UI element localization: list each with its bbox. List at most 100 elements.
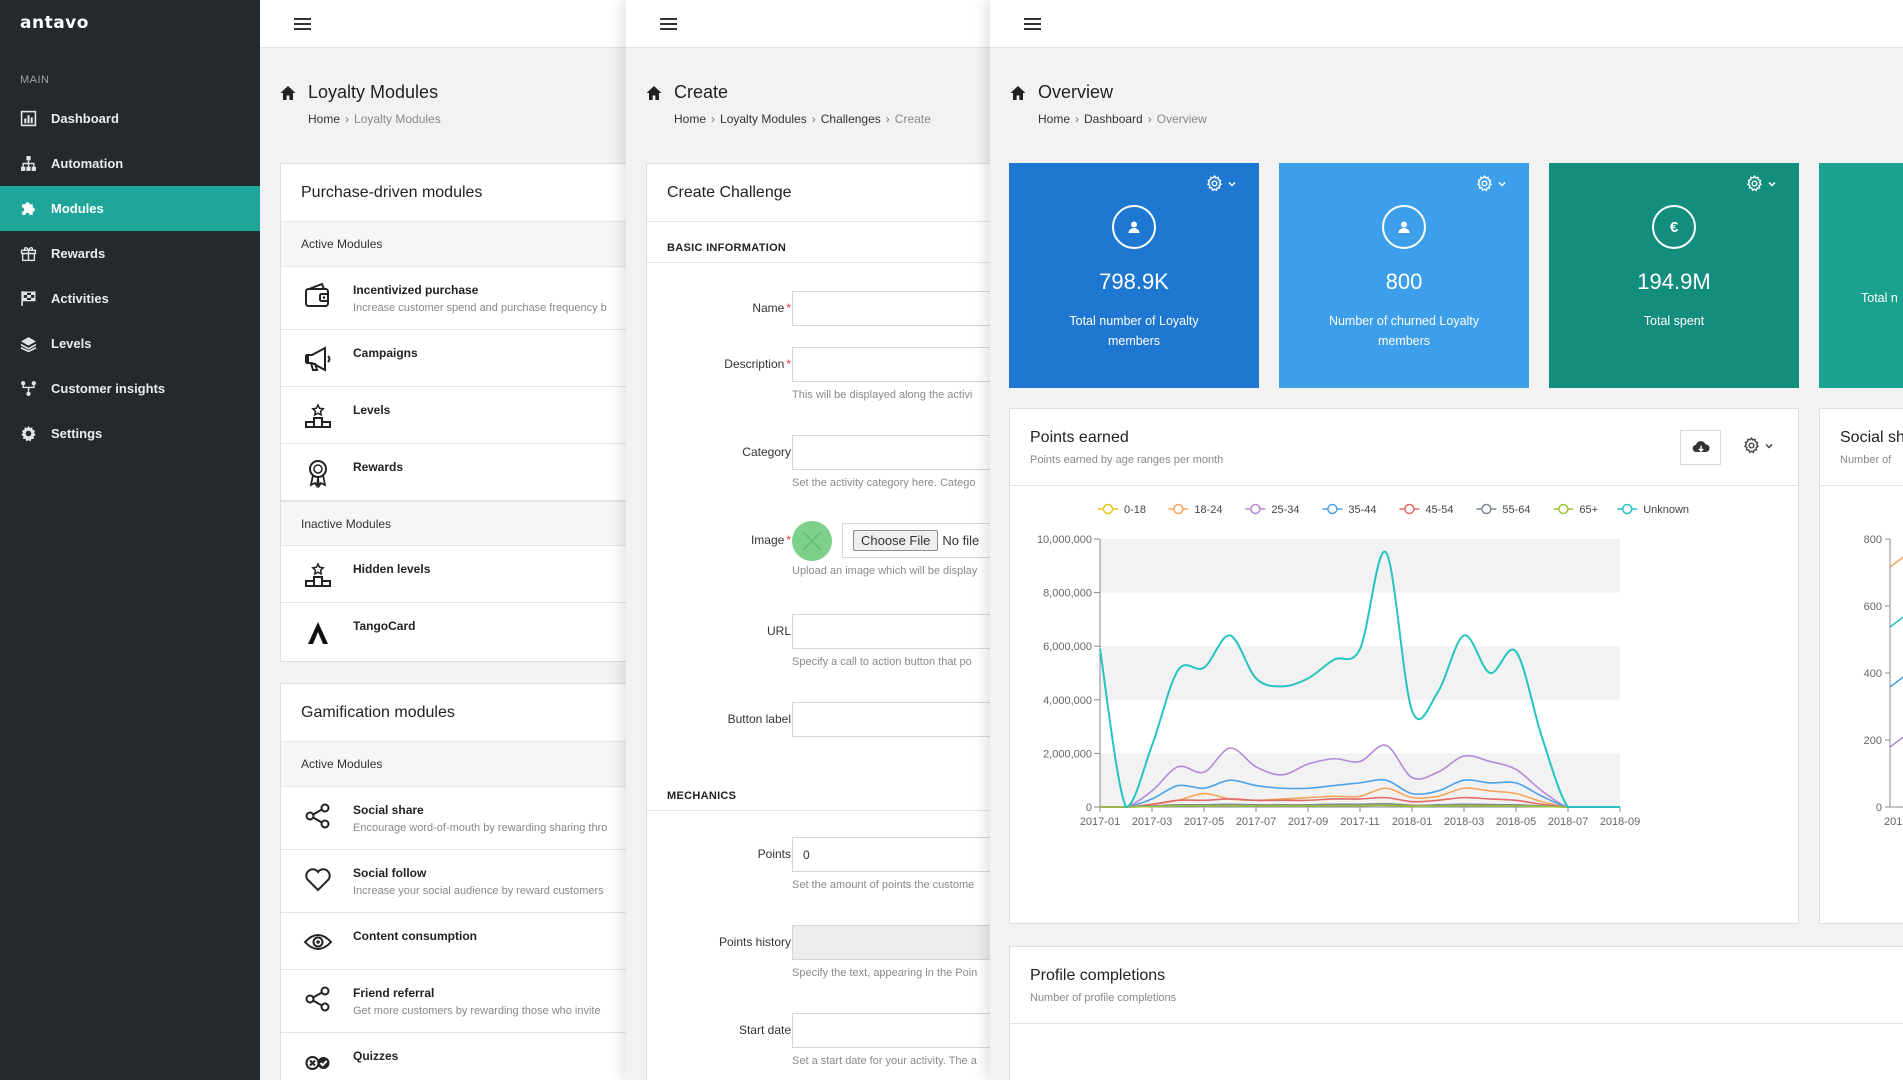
module-item-levels[interactable]: Levels xyxy=(281,387,626,444)
start-date-input[interactable] xyxy=(792,1013,990,1048)
x-tick-label: 2018-07 xyxy=(1548,816,1588,828)
y-tick-label: 10,000,000 xyxy=(1037,534,1092,546)
legend-label: 45-54 xyxy=(1425,504,1453,516)
sidebar-item-rewards[interactable]: Rewards xyxy=(0,231,260,276)
image-preview xyxy=(792,521,832,561)
module-item-tangocard[interactable]: TangoCard xyxy=(281,603,626,660)
grid-band xyxy=(1100,646,1620,700)
sidebar-item-label: Dashboard xyxy=(51,111,119,126)
module-title: Levels xyxy=(353,403,391,417)
module-item-quizzes[interactable]: Quizzes xyxy=(281,1033,626,1080)
gamification-modules-card: Gamification modules Active Modules Soci… xyxy=(280,683,626,1080)
flag-icon xyxy=(21,291,36,306)
sidebar-item-activities[interactable]: Activities xyxy=(0,276,260,321)
x-tick-label: 2017-03 xyxy=(1132,816,1172,828)
social-share-chart: 0 200 400 600 800 2018- xyxy=(1864,534,1903,828)
breadcrumb-current: Overview xyxy=(1156,112,1207,126)
module-item-social-share[interactable]: Social share Encourage word-of-mouth by r… xyxy=(281,787,626,850)
series-line xyxy=(1889,736,1903,748)
automation-icon xyxy=(21,156,36,171)
medal-icon xyxy=(309,460,327,488)
url-input[interactable] xyxy=(792,614,990,649)
category-select[interactable] xyxy=(792,435,990,470)
chart-settings-dropdown[interactable] xyxy=(1743,437,1774,454)
module-item-content-consumption[interactable]: Content consumption xyxy=(281,913,626,970)
breadcrumb-link[interactable]: Home xyxy=(308,112,340,126)
settings-dropdown[interactable] xyxy=(1476,175,1507,192)
gear-icon xyxy=(1746,175,1763,192)
points-history-input[interactable] xyxy=(792,925,990,960)
breadcrumb-link[interactable]: Dashboard xyxy=(1084,112,1143,126)
card-subtitle: Number of profile completions xyxy=(1030,992,1177,1004)
breadcrumb-link[interactable]: Loyalty Modules xyxy=(720,112,807,126)
module-title: Quizzes xyxy=(353,1049,399,1063)
sidebar-item-automation[interactable]: Automation xyxy=(0,141,260,186)
app-logo[interactable]: antavo xyxy=(0,0,260,46)
module-item-incentivized-purchase[interactable]: Incentivized purchase Increase customer s… xyxy=(281,267,626,330)
legend-label: 35-44 xyxy=(1348,504,1376,516)
name-input[interactable] xyxy=(792,291,990,326)
legend-item: 45-54 xyxy=(1399,503,1454,516)
cloud-download-icon xyxy=(1692,441,1710,453)
hamburger-menu-icon[interactable] xyxy=(294,17,311,30)
y-tick-label: 800 xyxy=(1864,534,1882,546)
series-line xyxy=(1889,556,1903,568)
sidebar-item-levels[interactable]: Levels xyxy=(0,321,260,366)
stat-label: Total n xyxy=(1861,291,1898,305)
file-name: No file xyxy=(942,533,980,548)
chevron-down-icon xyxy=(1498,181,1506,187)
card-title: Social sh xyxy=(1840,429,1903,446)
x-tick-label: 2017-05 xyxy=(1184,816,1224,828)
breadcrumb-link[interactable]: Home xyxy=(1038,112,1070,126)
sidebar-item-customer-insights[interactable]: Customer insights xyxy=(0,366,260,411)
card-title: Gamification modules xyxy=(281,684,626,742)
megaphone-icon xyxy=(305,346,331,372)
settings-dropdown[interactable] xyxy=(1746,175,1777,192)
module-item-rewards[interactable]: Rewards xyxy=(281,444,626,501)
settings-dropdown[interactable] xyxy=(1206,175,1237,192)
purchase-modules-card: Purchase-driven modules Active Modules I… xyxy=(280,163,626,662)
module-item-friend-referral[interactable]: Friend referral Get more customers by rew… xyxy=(281,970,626,1033)
page-title-text: Create xyxy=(674,82,729,102)
field-label: Button label xyxy=(727,712,791,726)
module-item-hidden-levels[interactable]: Hidden levels xyxy=(281,546,626,603)
module-description: Encourage word-of-mouth by rewarding sha… xyxy=(353,822,608,834)
button-label-input[interactable] xyxy=(792,702,990,737)
legend-label: 18-24 xyxy=(1194,504,1222,516)
y-tick-label: 600 xyxy=(1864,601,1882,613)
module-item-campaigns[interactable]: Campaigns xyxy=(281,330,626,387)
field-label: Category xyxy=(742,445,791,459)
stat-label: Number of churned Loyalty members xyxy=(1328,314,1480,348)
y-tick-label: 6,000,000 xyxy=(1043,641,1092,653)
breadcrumb-link[interactable]: Challenges xyxy=(821,112,881,126)
hamburger-menu-icon[interactable] xyxy=(1024,17,1041,30)
stat-label: Total spent xyxy=(1643,314,1705,328)
sidebar-item-settings[interactable]: Settings xyxy=(0,411,260,456)
sidebar-item-modules[interactable]: Modules xyxy=(0,186,260,231)
breadcrumb-link[interactable]: Home xyxy=(674,112,706,126)
module-item-social-follow[interactable]: Social follow Increase your social audien… xyxy=(281,850,626,913)
legend-item: 65+ xyxy=(1553,503,1598,516)
home-icon xyxy=(646,85,662,100)
field-label: Start date xyxy=(738,1023,791,1037)
choose-file-button[interactable]: Choose File xyxy=(853,530,939,551)
social-share-card: Social sh Number of 0 200 400 600 800 2018- xyxy=(1819,408,1903,924)
hamburger-menu-icon[interactable] xyxy=(660,17,677,30)
file-input[interactable]: Choose File No file xyxy=(842,523,990,558)
description-input[interactable] xyxy=(792,347,990,382)
breadcrumb: Home › Loyalty Modules › Challenges › Create xyxy=(674,112,931,126)
dashboard-icon xyxy=(20,110,37,127)
module-title: Rewards xyxy=(353,460,404,474)
module-title: TangoCard xyxy=(353,619,416,633)
chevron-down-icon xyxy=(1768,181,1776,187)
gear-icon xyxy=(1206,175,1223,192)
sidebar-item-dashboard[interactable]: Dashboard xyxy=(0,96,260,141)
field-help: Specify the text, appearing in the Poin xyxy=(792,967,978,979)
download-button[interactable] xyxy=(1680,430,1721,465)
legend-label: 0-18 xyxy=(1124,504,1146,516)
stat-card-churned-members: 800 Number of churned Loyalty members xyxy=(1279,163,1529,388)
x-tick-label: 2018-03 xyxy=(1444,816,1484,828)
section-label: Active Modules xyxy=(281,222,626,267)
points-input[interactable]: 0 xyxy=(792,837,990,872)
grid-band xyxy=(1100,539,1620,593)
